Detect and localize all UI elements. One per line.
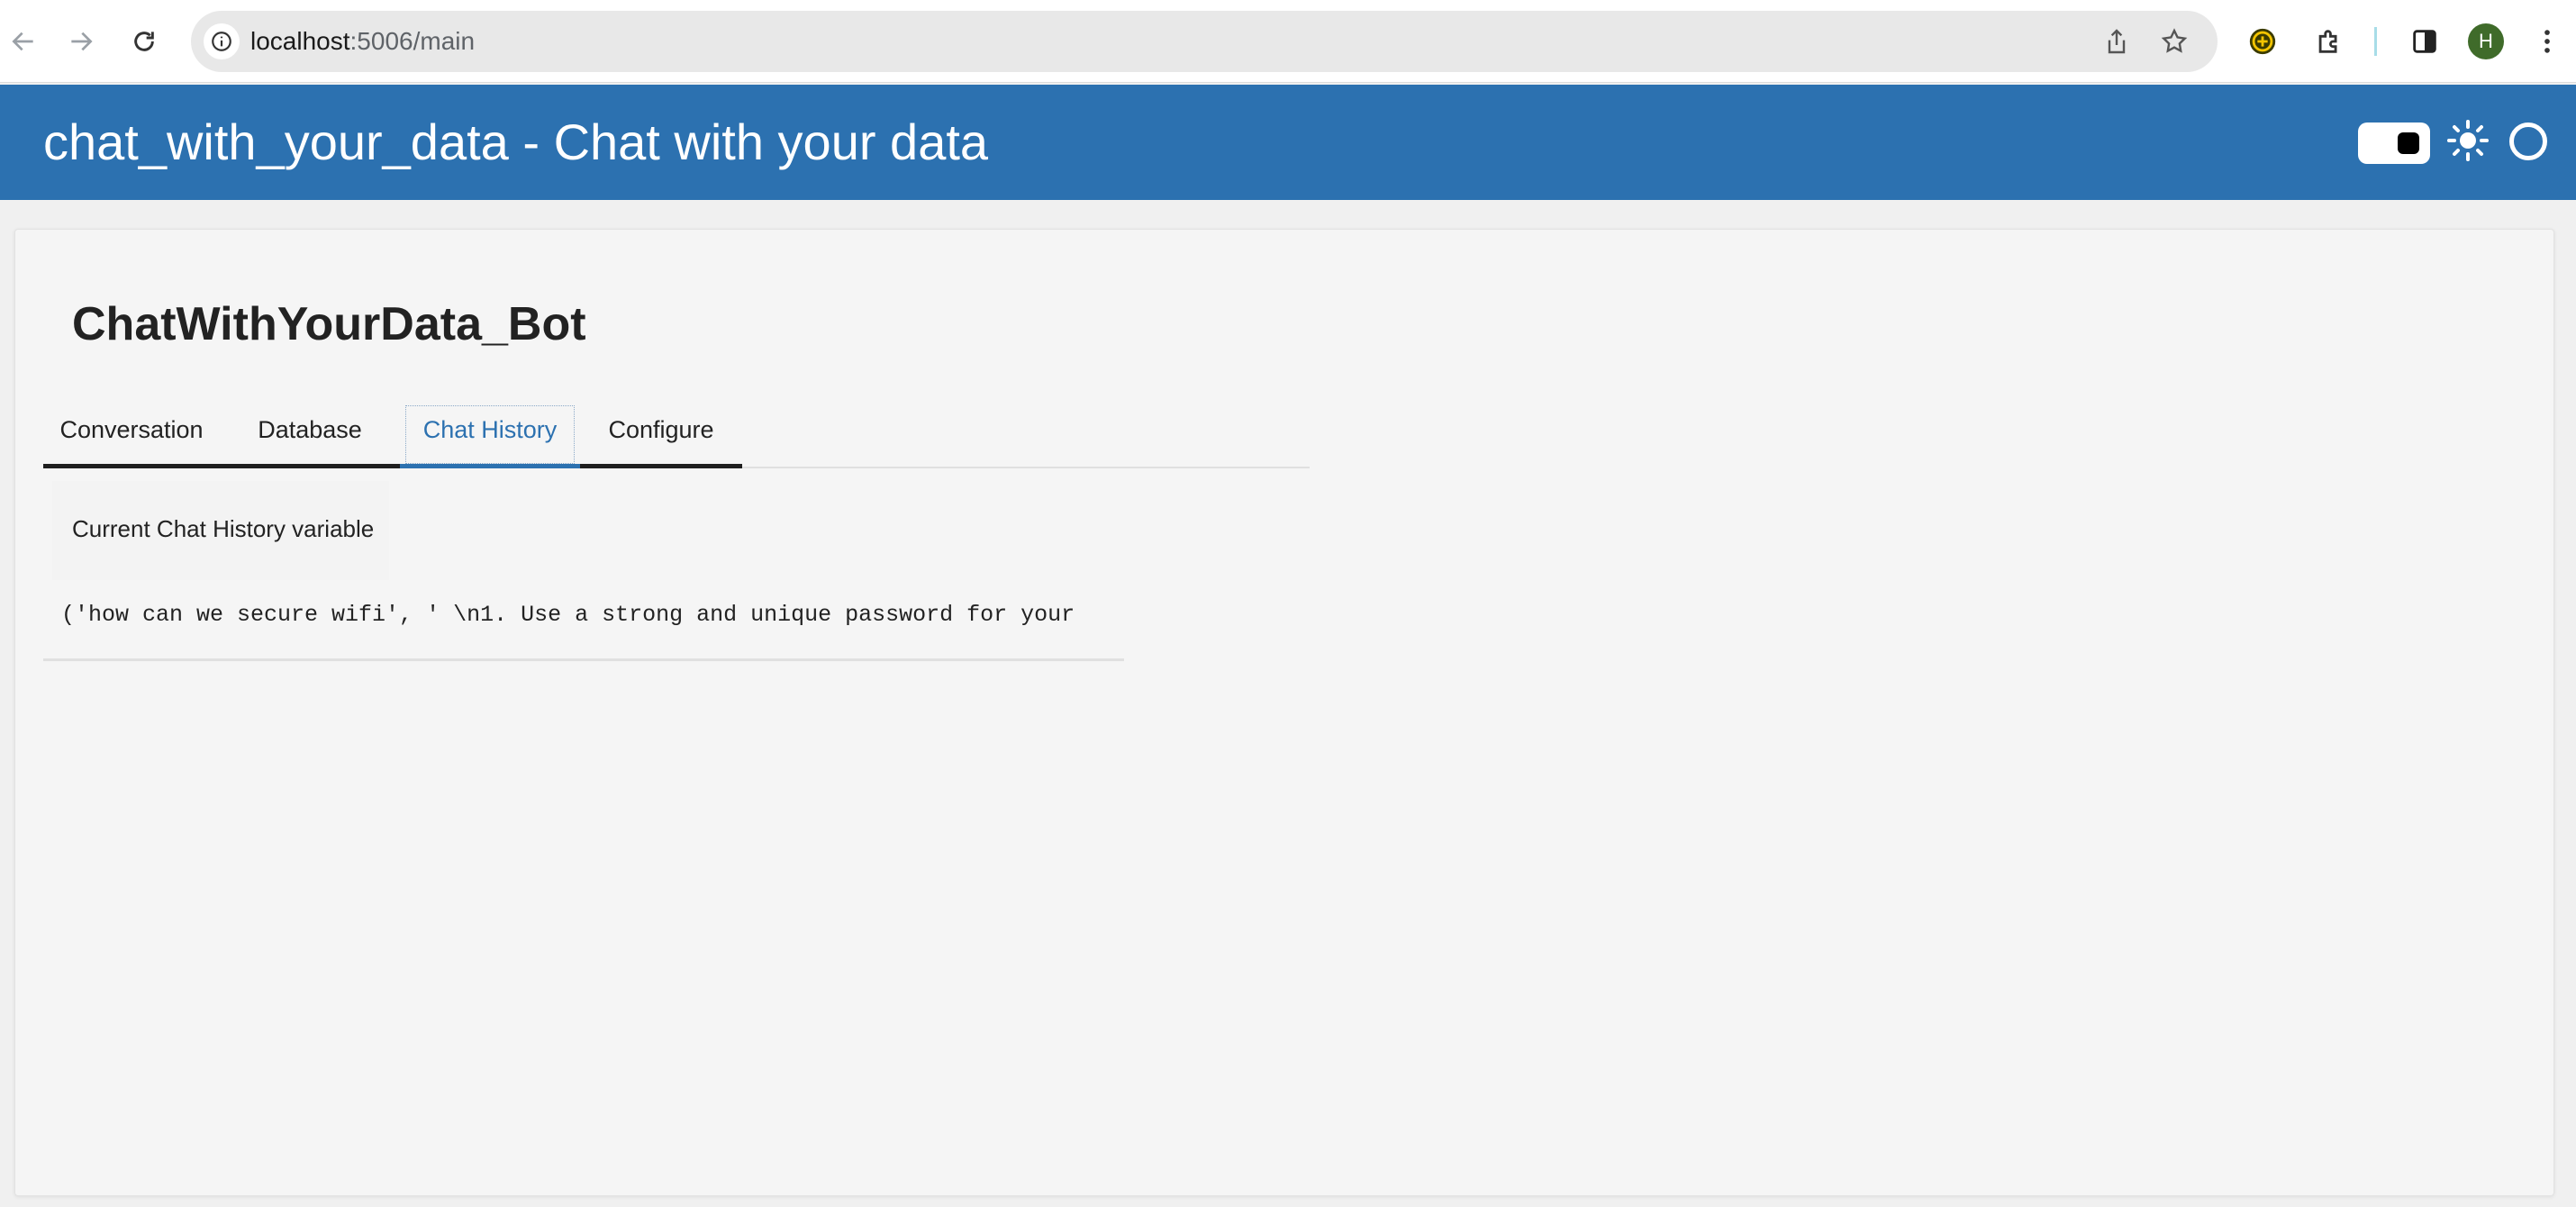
panel-label: Current Chat History variable [72,515,375,542]
sun-icon[interactable] [2446,119,2490,162]
address-bar[interactable]: localhost:5006/main [191,11,2218,72]
avatar[interactable]: H [2468,23,2504,59]
extension-icon[interactable] [2243,22,2282,61]
url-path: :5006/main [349,27,476,55]
chat-history-text: ('how can we secure wifi', ' \n1. Use a … [61,602,1075,628]
tab-database[interactable]: Database [220,396,400,468]
focus-ring [405,405,575,464]
side-panel-icon[interactable] [2405,22,2444,61]
back-arrow-icon[interactable] [2,20,45,63]
url-host: localhost [250,27,350,55]
main-card [14,229,2554,1196]
browser-toolbar: localhost:5006/main H [0,0,2576,83]
page-title: ChatWithYourData_Bot [72,298,586,350]
star-icon[interactable] [2156,23,2192,59]
share-icon[interactable] [2099,23,2135,59]
circle-icon[interactable] [2509,123,2547,160]
info-icon[interactable] [204,23,240,59]
tab-configure[interactable]: Configure [580,396,742,468]
tab-chat-history[interactable]: Chat History [400,396,580,468]
theme-toggle[interactable] [2358,123,2430,164]
more-vert-icon[interactable] [2527,22,2567,61]
toolbar-divider [2374,27,2377,56]
toggle-knob [2398,132,2419,154]
puzzle-icon[interactable] [2309,22,2349,61]
tab-conversation[interactable]: Conversation [43,396,220,468]
app-header: chat_with_your_data - Chat with your dat… [0,85,2576,200]
url-text[interactable]: localhost:5006/main [250,11,475,72]
app-title: chat_with_your_data - Chat with your dat… [43,113,989,170]
forward-arrow-icon[interactable] [59,20,103,63]
reload-icon[interactable] [122,20,166,63]
